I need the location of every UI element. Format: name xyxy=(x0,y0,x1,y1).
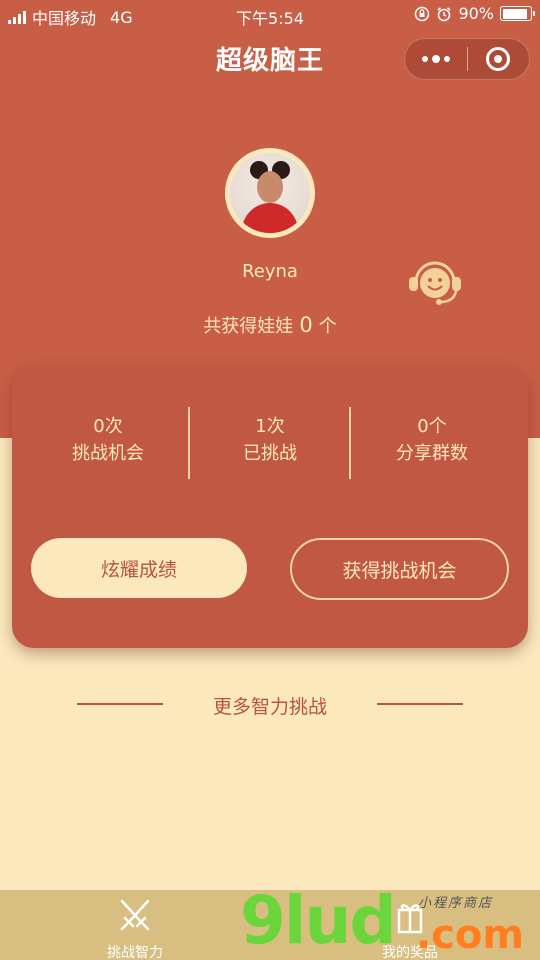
stat-value: 1次 xyxy=(255,416,285,437)
battery-icon xyxy=(500,6,535,21)
gift-icon xyxy=(397,904,423,934)
stat-label: 分享群数 xyxy=(396,443,468,464)
target-circle-icon xyxy=(486,47,511,71)
dolls-summary: 共获得娃娃 0 个 xyxy=(0,312,540,338)
battery-percent: 90% xyxy=(458,4,494,23)
tab-label: 挑战智力 xyxy=(107,945,163,960)
customer-service-icon[interactable] xyxy=(404,258,466,308)
dolls-suffix: 个 xyxy=(318,316,337,337)
tab-label: 我的奖品 xyxy=(382,945,438,960)
tab-my-prizes[interactable]: 我的奖品 xyxy=(340,890,480,960)
status-right: 90% xyxy=(414,4,535,23)
get-chance-button[interactable]: 获得挑战机会 xyxy=(290,538,509,600)
stat-challenged: 1次 已挑战 xyxy=(184,413,356,467)
tab-bar: 挑战智力 我的奖品 xyxy=(0,890,540,960)
close-mini-program-button[interactable] xyxy=(468,39,530,79)
battery-fill xyxy=(502,8,527,19)
avatar[interactable] xyxy=(225,148,315,238)
stat-value: 0次 xyxy=(93,416,123,437)
dolls-prefix: 共获得娃娃 xyxy=(203,316,294,337)
stat-label: 挑战机会 xyxy=(72,443,144,464)
alarm-icon xyxy=(437,6,451,21)
stat-shared-groups: 0个 分享群数 xyxy=(346,413,518,467)
stat-value: 0个 xyxy=(417,416,447,437)
dolls-count: 0 xyxy=(299,313,313,337)
avatar-photo xyxy=(230,153,310,233)
more-menu-button[interactable] xyxy=(405,39,467,79)
stats-card: 0次 挑战机会 1次 已挑战 0个 分享群数 炫耀成绩 获得挑战机会 xyxy=(12,365,528,648)
more-challenges-title: 更多智力挑战 xyxy=(212,696,327,718)
divider-right xyxy=(377,703,463,705)
stat-challenge-chances: 0次 挑战机会 xyxy=(22,413,194,467)
status-bar: 中国移动 4G 下午5:54 90% xyxy=(0,0,540,30)
show-off-button[interactable]: 炫耀成绩 xyxy=(31,538,247,598)
mini-program-capsule xyxy=(404,38,530,80)
crossed-swords-icon xyxy=(120,899,150,931)
tab-challenge[interactable]: 挑战智力 xyxy=(65,890,205,960)
orientation-lock-icon xyxy=(415,6,430,21)
stat-label: 已挑战 xyxy=(243,443,297,464)
more-dots-icon xyxy=(421,55,450,63)
